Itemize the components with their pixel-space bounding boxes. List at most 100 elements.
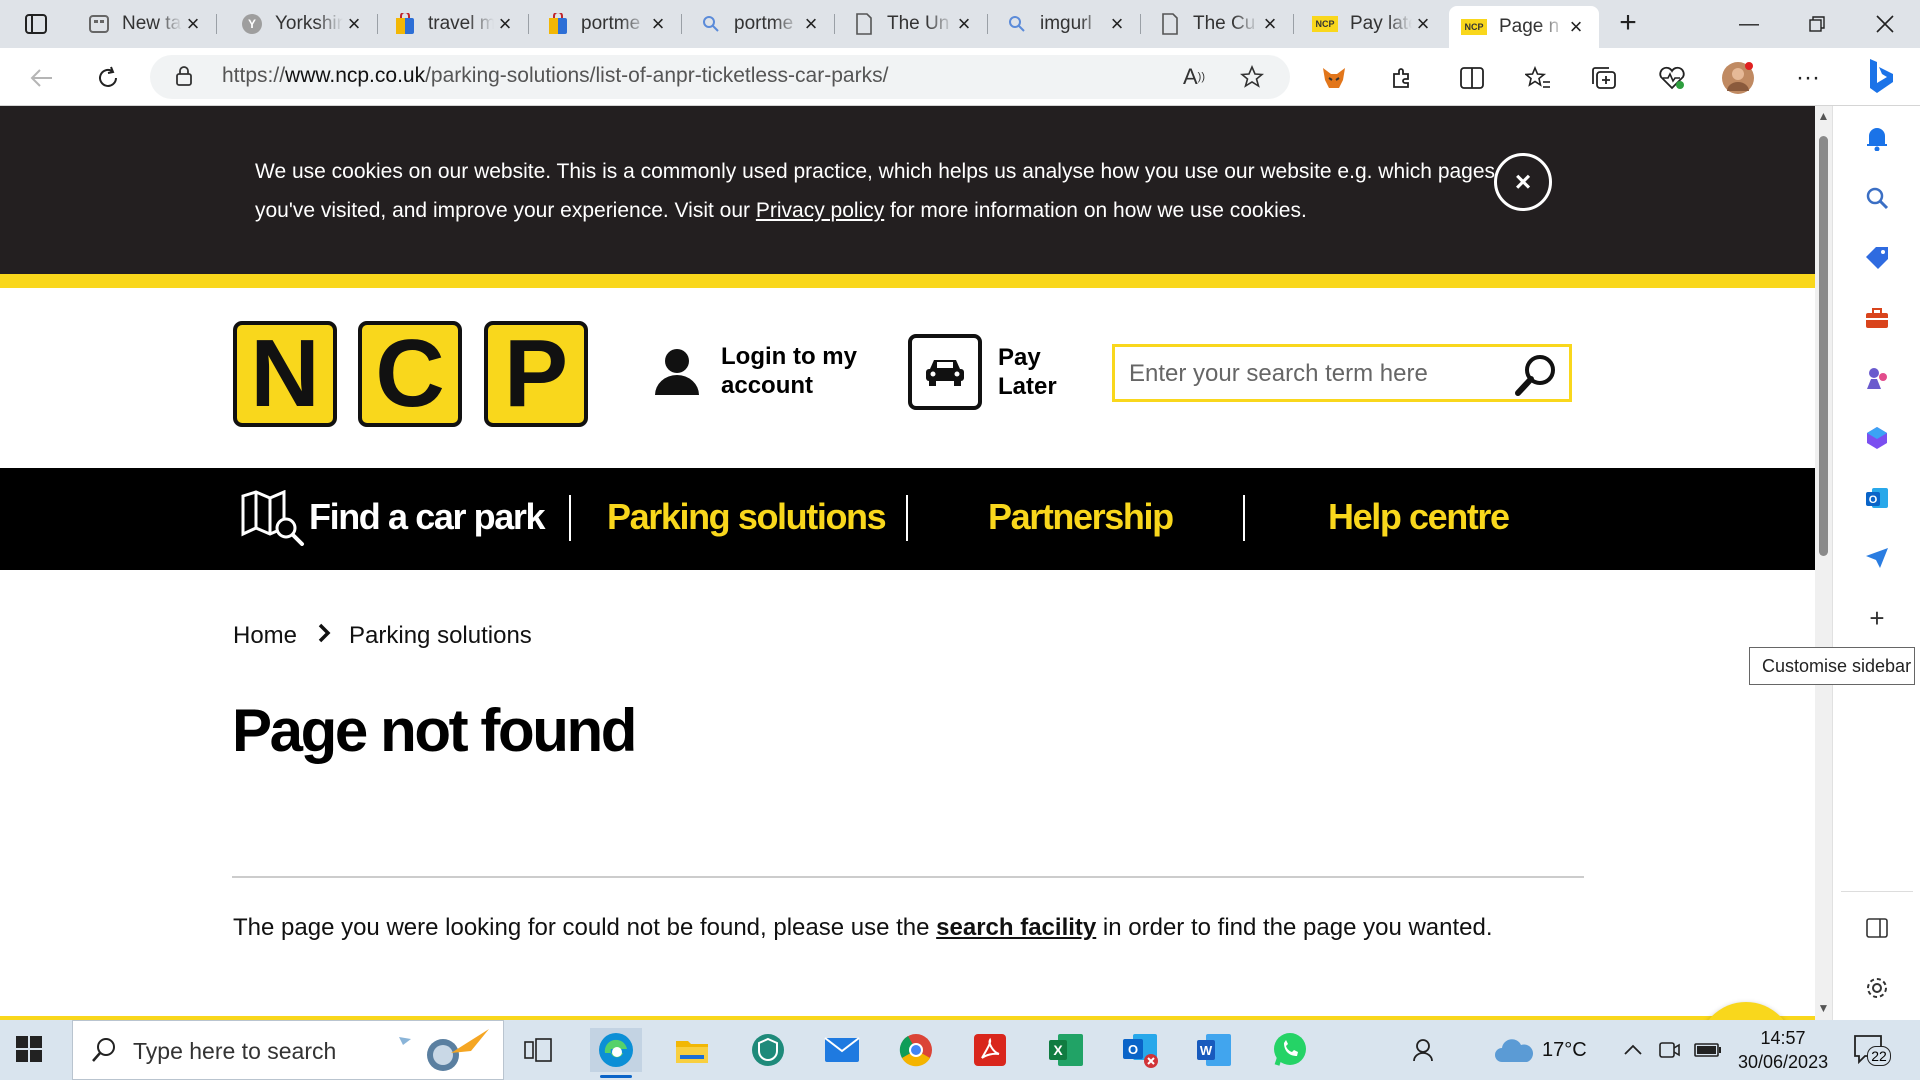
browser-tab[interactable]: Y Yorkshire × [229, 6, 378, 42]
scroll-up-icon[interactable]: ▲ [1817, 110, 1830, 123]
close-tab-icon[interactable]: × [1565, 14, 1587, 39]
search-button[interactable] [1513, 353, 1557, 402]
cookie-close-button[interactable]: × [1494, 153, 1552, 211]
profile-button[interactable] [1720, 60, 1756, 96]
url-text[interactable]: https://www.ncp.co.uk/parking-solutions/… [222, 64, 888, 88]
sidebar-divider [1841, 891, 1913, 892]
browser-tab[interactable]: portme × [688, 6, 835, 42]
tools-icon[interactable] [1861, 302, 1893, 334]
bing-copilot-button[interactable] [1858, 54, 1902, 98]
games-icon[interactable] [1861, 362, 1893, 394]
tab-label: The Un [887, 13, 950, 34]
hide-sidebar-icon[interactable] [1861, 912, 1893, 944]
send-icon[interactable] [1861, 542, 1893, 574]
start-button[interactable] [14, 1034, 44, 1069]
browser-essentials-button[interactable] [1654, 60, 1690, 96]
taskbar-search-box[interactable]: Type here to search [72, 1020, 504, 1080]
breadcrumb-home[interactable]: Home [233, 622, 297, 650]
add-sidebar-app-icon[interactable]: + [1861, 602, 1893, 634]
notification-center-button[interactable]: 22 [1853, 1034, 1891, 1066]
new-tab-button[interactable]: + [1612, 8, 1644, 39]
close-tab-icon[interactable]: × [647, 11, 669, 36]
nav-help-centre[interactable]: Help centre [1328, 496, 1510, 538]
notification-bell-icon[interactable] [1861, 122, 1893, 154]
split-screen-button[interactable] [1454, 60, 1490, 96]
back-button[interactable] [24, 60, 60, 96]
tab-actions-button[interactable] [14, 9, 58, 39]
nav-divider [1243, 495, 1245, 541]
search-icon[interactable] [1861, 182, 1893, 214]
microsoft365-icon[interactable] [1861, 422, 1893, 454]
restore-button[interactable] [1782, 0, 1852, 48]
scroll-down-icon[interactable]: ▼ [1817, 1002, 1830, 1015]
close-tab-icon[interactable]: × [1259, 11, 1281, 36]
outlook-icon[interactable]: O [1861, 482, 1893, 514]
browser-tab[interactable]: portme × [535, 6, 682, 42]
browser-tab-active[interactable]: NCP Page n × [1449, 6, 1599, 48]
nav-parking-solutions[interactable]: Parking solutions [607, 496, 887, 538]
privacy-policy-link[interactable]: Privacy policy [756, 199, 884, 222]
people-icon[interactable] [1412, 1020, 1438, 1080]
nav-divider [569, 495, 571, 541]
close-tab-icon[interactable]: × [1106, 11, 1128, 36]
lock-icon[interactable] [176, 66, 192, 91]
url-scheme: https:// [222, 64, 286, 87]
taskbar-outlook[interactable]: O [1114, 1028, 1166, 1072]
close-tab-icon[interactable]: × [800, 11, 822, 36]
taskbar-acrobat[interactable] [964, 1028, 1016, 1072]
refresh-button[interactable] [90, 60, 126, 96]
browser-tab[interactable]: imgurl × [994, 6, 1141, 42]
address-bar[interactable]: https://www.ncp.co.uk/parking-solutions/… [150, 55, 1290, 99]
favorites-button[interactable] [1520, 60, 1556, 96]
yorkshire-icon: Y [241, 13, 263, 35]
taskbar-whatsapp[interactable] [1264, 1028, 1316, 1072]
login-link[interactable]: Login to my account [653, 342, 857, 400]
read-aloud-icon[interactable]: A)) [1180, 64, 1208, 90]
gear-icon[interactable] [1861, 972, 1893, 1004]
search-facility-link[interactable]: search facility [936, 914, 1096, 941]
mail-icon [824, 1037, 860, 1062]
battery-icon[interactable] [1694, 1020, 1722, 1080]
close-tab-icon[interactable]: × [1412, 11, 1434, 36]
page-scrollbar[interactable]: ▲ ▼ [1815, 106, 1832, 1020]
metamask-extension-button[interactable] [1316, 60, 1352, 96]
task-view-button[interactable] [512, 1028, 564, 1072]
taskbar-mail[interactable] [816, 1028, 868, 1072]
pay-later-link[interactable]: Pay Later [908, 334, 1057, 410]
minimize-button[interactable]: — [1714, 0, 1784, 48]
favorites-list-icon [1525, 66, 1550, 88]
nav-find-car-park[interactable]: Find a car park [309, 496, 546, 538]
chat-button[interactable] [1698, 1002, 1794, 1020]
shopping-tag-icon[interactable] [1861, 242, 1893, 274]
browser-tab[interactable]: NCP Pay late × [1300, 6, 1446, 42]
taskbar-excel[interactable]: X [1040, 1028, 1092, 1072]
cookie-text-after: for more information on how we use cooki… [884, 199, 1307, 222]
close-tab-icon[interactable]: × [953, 11, 975, 36]
close-tab-icon[interactable]: × [494, 11, 516, 36]
close-tab-icon[interactable]: × [343, 11, 365, 36]
collections-button[interactable] [1586, 60, 1622, 96]
site-search-input[interactable] [1129, 359, 1509, 389]
extensions-button[interactable] [1384, 60, 1420, 96]
settings-more-button[interactable]: ··· [1790, 60, 1826, 96]
taskbar-file-explorer[interactable] [666, 1028, 718, 1072]
close-tab-icon[interactable]: × [182, 11, 204, 36]
taskbar-clock[interactable]: 14:57 30/06/2023 [1738, 1026, 1828, 1074]
close-window-button[interactable] [1850, 0, 1920, 48]
meet-now-icon[interactable] [1658, 1020, 1680, 1080]
taskbar-edge[interactable] [590, 1028, 642, 1078]
breadcrumb-current[interactable]: Parking solutions [349, 622, 532, 650]
browser-tab[interactable]: travel m × [382, 6, 529, 42]
taskbar-word[interactable]: W [1188, 1028, 1240, 1072]
browser-tab[interactable]: The Cu × [1147, 6, 1294, 42]
taskbar-chrome[interactable] [890, 1028, 942, 1072]
scroll-thumb[interactable] [1819, 136, 1828, 556]
show-hidden-icons-icon[interactable] [1624, 1020, 1642, 1080]
browser-tab[interactable]: The Un × [841, 6, 988, 42]
taskbar-security-app[interactable] [742, 1028, 794, 1072]
browser-tab[interactable]: New tab × [76, 6, 217, 42]
nav-partnership[interactable]: Partnership [988, 496, 1174, 538]
weather-widget[interactable]: 17°C [1494, 1020, 1587, 1080]
favorite-star-icon[interactable] [1238, 64, 1266, 90]
tab-label: The Cu [1193, 13, 1256, 34]
